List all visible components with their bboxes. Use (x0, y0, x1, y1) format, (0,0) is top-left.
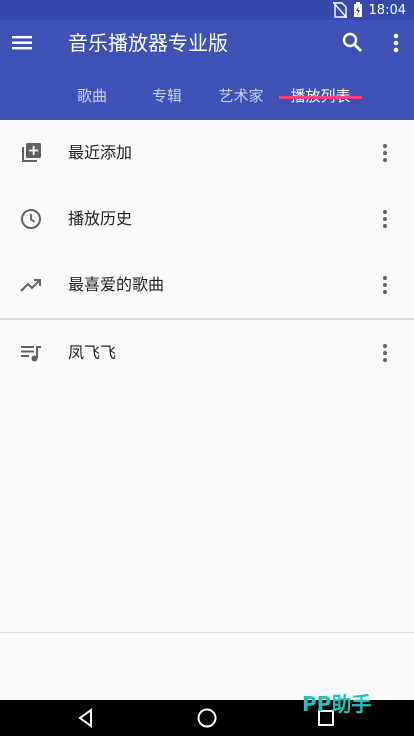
app-bar: 音乐播放器专业版 歌曲 专辑 艺术家 播放列表 (0, 20, 414, 120)
menu-button[interactable] (10, 30, 36, 56)
more-vert-icon[interactable] (374, 273, 396, 297)
app-title: 音乐播放器专业版 (68, 31, 228, 55)
more-vert-icon[interactable] (374, 341, 396, 365)
playlist-item-label: 最近添加 (68, 143, 133, 162)
history-icon (21, 209, 41, 229)
status-icons: 18:04 (332, 2, 406, 18)
more-vert-icon[interactable] (374, 141, 396, 165)
search-icon (342, 32, 362, 52)
tab-songs[interactable]: 歌曲 (62, 76, 122, 120)
tab-albums[interactable]: 专辑 (137, 76, 197, 120)
playlist-item-recently-added[interactable]: 最近添加 (0, 120, 414, 186)
playlist-item-user[interactable]: 凤飞飞 (0, 320, 414, 386)
playlist-item-label: 凤飞飞 (68, 343, 117, 362)
library-add-icon (22, 143, 41, 162)
more-vert-icon[interactable] (374, 207, 396, 231)
playlist-item-label: 播放历史 (68, 209, 133, 228)
status-bar: 18:04 (0, 0, 414, 20)
tab-artists[interactable]: 艺术家 (210, 76, 272, 120)
tab-indicator (279, 96, 362, 99)
playlist-item-label: 最喜爱的歌曲 (68, 275, 165, 294)
battery-charging-icon (353, 2, 362, 17)
menu-icon (12, 36, 32, 50)
playlist-item-history[interactable]: 播放历史 (0, 186, 414, 252)
status-time: 18:04 (368, 2, 406, 18)
watermark-logo: PP助手 (302, 692, 372, 716)
home-icon[interactable] (196, 707, 218, 729)
no-sim-icon (332, 2, 347, 18)
back-icon[interactable] (76, 708, 96, 728)
queue-music-icon (21, 346, 41, 362)
search-button[interactable] (340, 30, 366, 56)
overflow-menu-button[interactable] (386, 30, 406, 56)
trending-up-icon (20, 279, 41, 292)
more-vert-icon (393, 33, 399, 53)
bottom-divider (0, 632, 414, 633)
playlist-item-favorites[interactable]: 最喜爱的歌曲 (0, 252, 414, 318)
